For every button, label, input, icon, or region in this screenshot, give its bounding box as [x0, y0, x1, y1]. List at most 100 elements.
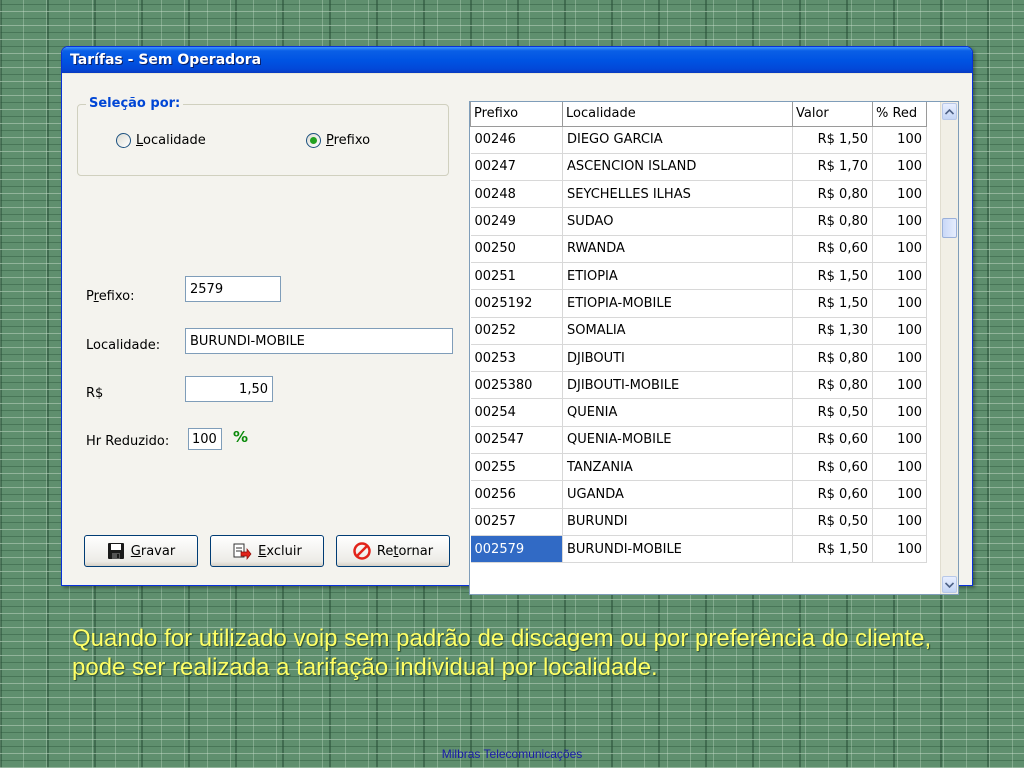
- selection-legend: Seleção por:: [86, 96, 184, 111]
- tarifas-table[interactable]: Prefixo Localidade Valor % Red 00246 DIEG…: [469, 101, 959, 595]
- cell-red: 100: [872, 535, 927, 564]
- cell-valor: R$ 0,80: [792, 371, 873, 400]
- radio-dot-icon: [310, 137, 317, 144]
- cell-valor: R$ 0,80: [792, 180, 873, 209]
- cell-localidade: DJIBOUTI: [562, 344, 793, 373]
- radio-prefixo-label: Prefixo: [326, 133, 370, 148]
- radio-localidade[interactable]: Localidade: [116, 133, 206, 148]
- cell-valor: R$ 0,50: [792, 508, 873, 536]
- reduzido-input[interactable]: [188, 428, 222, 450]
- prefixo-input[interactable]: [185, 276, 281, 302]
- retornar-button[interactable]: Retornar: [336, 535, 450, 567]
- slide-caption: Quando for utilizado voip sem padrão de …: [72, 625, 932, 681]
- table-row[interactable]: 00254 QUENIA R$ 0,50 100: [470, 398, 927, 427]
- table-row[interactable]: 00256 UGANDA R$ 0,60 100: [470, 480, 927, 509]
- cell-prefixo: 00257: [470, 508, 563, 536]
- cell-red: 100: [872, 235, 927, 263]
- table-row[interactable]: 00250 RWANDA R$ 0,60 100: [470, 235, 927, 263]
- percent-icon: %: [233, 428, 249, 446]
- cell-valor: R$ 0,60: [792, 480, 873, 509]
- cancel-icon: [353, 542, 371, 560]
- scroll-down-button[interactable]: [942, 576, 957, 593]
- cell-prefixo: 00250: [470, 235, 563, 263]
- save-icon: [107, 542, 125, 560]
- cell-red: 100: [872, 126, 927, 154]
- cell-red: 100: [872, 508, 927, 536]
- radio-localidade-label-accelerator: L: [136, 133, 144, 148]
- valor-input[interactable]: [185, 376, 273, 402]
- slide-footer: Milbras Telecomunicações: [441, 747, 583, 761]
- table-row[interactable]: 002579 BURUNDI-MOBILE R$ 1,50 100: [470, 535, 927, 564]
- cell-prefixo: 00255: [470, 453, 563, 482]
- cell-valor: R$ 1,70: [792, 153, 873, 182]
- table-row[interactable]: 0025192 ETIOPIA-MOBILE R$ 1,50 100: [470, 289, 927, 318]
- cell-localidade: BURUNDI: [562, 508, 793, 536]
- table-row[interactable]: 00246 DIEGO GARCIA R$ 1,50 100: [470, 126, 927, 154]
- cell-red: 100: [872, 398, 927, 427]
- col-header-prefixo[interactable]: Prefixo: [470, 102, 563, 127]
- cell-valor: R$ 0,60: [792, 426, 873, 455]
- cell-prefixo: 00248: [470, 180, 563, 209]
- table-row[interactable]: 00249 SUDAO R$ 0,80 100: [470, 207, 927, 236]
- cell-red: 100: [872, 426, 927, 455]
- excluir-button[interactable]: Excluir: [210, 535, 324, 567]
- window-title: Tarífas - Sem Operadora: [62, 47, 972, 73]
- cell-prefixo: 00246: [470, 126, 563, 154]
- cell-valor: R$ 1,50: [792, 126, 873, 154]
- cell-localidade: BURUNDI-MOBILE: [562, 535, 793, 564]
- col-header-red[interactable]: % Red: [872, 102, 927, 127]
- cell-prefixo: 00256: [470, 480, 563, 509]
- gravar-accelerator: G: [130, 543, 141, 559]
- chevron-up-icon: [945, 108, 954, 115]
- localidade-input[interactable]: [185, 328, 453, 354]
- cell-valor: R$ 1,50: [792, 262, 873, 291]
- prefixo-label-rest: efixo:: [98, 289, 135, 304]
- cell-localidade: QUENIA-MOBILE: [562, 426, 793, 455]
- excluir-label: Excluir: [258, 544, 302, 559]
- radio-localidade-label-rest: ocalidade: [143, 133, 206, 148]
- gravar-label: Gravar: [131, 544, 175, 559]
- table-row[interactable]: 00255 TANZANIA R$ 0,60 100: [470, 453, 927, 482]
- table-row[interactable]: 00247 ASCENCION ISLAND R$ 1,70 100: [470, 153, 927, 182]
- cell-red: 100: [872, 317, 927, 345]
- selection-groupbox: Seleção por: Localidade Prefixo: [77, 96, 449, 176]
- cell-localidade: DJIBOUTI-MOBILE: [562, 371, 793, 400]
- cell-prefixo: 00252: [470, 317, 563, 345]
- tarifas-window: Tarífas - Sem Operadora Seleção por: Loc…: [61, 46, 973, 595]
- table-row[interactable]: 00248 SEYCHELLES ILHAS R$ 0,80 100: [470, 180, 927, 209]
- cell-red: 100: [872, 262, 927, 291]
- scroll-up-button[interactable]: [942, 103, 957, 120]
- cell-valor: R$ 0,60: [792, 235, 873, 263]
- table-row[interactable]: 00257 BURUNDI R$ 0,50 100: [470, 508, 927, 536]
- cell-red: 100: [872, 180, 927, 209]
- cell-red: 100: [872, 207, 927, 236]
- col-header-valor[interactable]: Valor: [792, 102, 873, 127]
- cell-valor: R$ 0,60: [792, 453, 873, 482]
- table-row[interactable]: 00253 DJIBOUTI R$ 0,80 100: [470, 344, 927, 373]
- chevron-down-icon: [945, 581, 954, 588]
- tarifas-table-body: Prefixo Localidade Valor % Red 00246 DIEG…: [470, 102, 927, 564]
- reduzido-label: Hr Reduzido:: [86, 434, 170, 449]
- radio-prefixo[interactable]: Prefixo: [306, 133, 370, 148]
- cell-prefixo: 0025192: [470, 289, 563, 318]
- gravar-button[interactable]: Gravar: [84, 535, 198, 567]
- delete-document-icon: [232, 542, 252, 560]
- col-header-localidade[interactable]: Localidade: [562, 102, 793, 127]
- cell-valor: R$ 0,50: [792, 398, 873, 427]
- scroll-thumb[interactable]: [942, 218, 957, 238]
- radio-prefixo-label-rest: refixo: [333, 133, 371, 148]
- retornar-label: Retornar: [377, 544, 433, 559]
- cell-valor: R$ 0,80: [792, 344, 873, 373]
- table-row[interactable]: 0025380 DJIBOUTI-MOBILE R$ 0,80 100: [470, 371, 927, 400]
- cell-red: 100: [872, 344, 927, 373]
- vertical-scrollbar[interactable]: [940, 102, 958, 594]
- table-row[interactable]: 00251 ETIOPIA R$ 1,50 100: [470, 262, 927, 291]
- radio-localidade-label: Localidade: [136, 133, 206, 148]
- cell-localidade: DIEGO GARCIA: [562, 126, 793, 154]
- valor-label: R$: [86, 386, 104, 401]
- table-row[interactable]: 002547 QUENIA-MOBILE R$ 0,60 100: [470, 426, 927, 455]
- cell-localidade: RWANDA: [562, 235, 793, 263]
- retornar-label-start: Re: [376, 543, 394, 559]
- cell-localidade: SOMALIA: [562, 317, 793, 345]
- table-row[interactable]: 00252 SOMALIA R$ 1,30 100: [470, 317, 927, 345]
